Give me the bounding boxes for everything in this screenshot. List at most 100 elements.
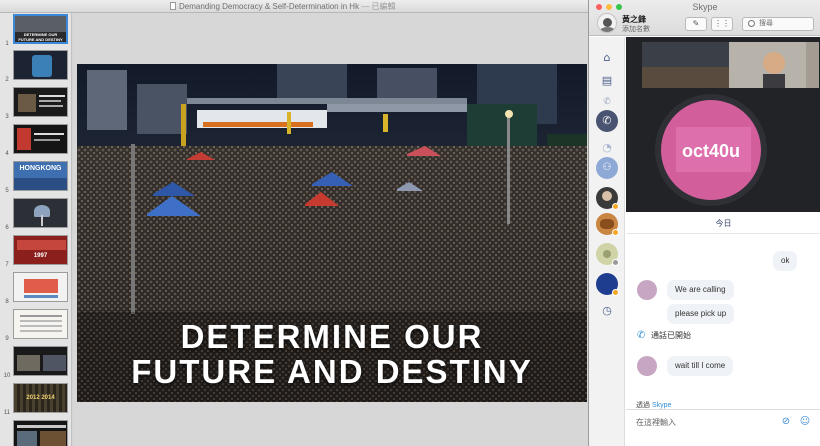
active-call-icon: ✆: [602, 114, 612, 127]
edited-status: — 已編輯: [361, 2, 396, 11]
slide-thumb-8[interactable]: 8: [0, 272, 71, 305]
slide-number: 1: [5, 41, 9, 47]
dialpad-button[interactable]: ⋮⋮: [711, 17, 733, 31]
skype-titlebar[interactable]: Skype 黃之鋒 添加名數 ✎ ⋮⋮ 搜尋: [589, 0, 820, 36]
search-icon: [748, 20, 755, 27]
emoticon-icon[interactable]: ☺: [799, 416, 811, 428]
slide-thumbnail[interactable]: [13, 420, 68, 446]
slide-headline-line1[interactable]: DETERMINE OUR: [77, 319, 587, 355]
slide-thumbnail[interactable]: HONGKONG: [13, 161, 68, 191]
rail-contact-2[interactable]: [596, 213, 619, 236]
slide-headline-line2[interactable]: FUTURE AND DESTINY: [77, 354, 587, 390]
message-incoming[interactable]: We are calling: [667, 280, 734, 300]
message-input[interactable]: 在這裡輸入: [636, 417, 676, 428]
document-icon: [170, 2, 176, 10]
slide-thumbnail[interactable]: [13, 87, 68, 117]
message-composer[interactable]: 在這裡輸入 ⊘ ☺: [626, 409, 820, 446]
phone-icon: ✆: [637, 330, 646, 341]
sidebar-rail: ⌂ ▤ ✆ ✆ ◔ ⚇ ◷: [589, 37, 625, 446]
svg-text:oct40u: oct40u: [682, 141, 740, 161]
slide-thumbnail[interactable]: [13, 309, 68, 339]
clock-icon: ◷: [602, 304, 612, 317]
slide-thumb-5[interactable]: HONGKONG 5: [0, 161, 71, 194]
document-title: Demanding Democracy & Self-Determination…: [170, 1, 396, 12]
video-call-view[interactable]: oct40u: [626, 37, 820, 212]
slide-number: 7: [5, 262, 9, 268]
slide-thumbnail[interactable]: DETERMINE OUR FUTURE AND DESTINY: [13, 14, 68, 44]
message-incoming[interactable]: wait till I come: [667, 356, 734, 376]
rail-history-2[interactable]: ◷: [596, 300, 618, 322]
slide-thumbnail[interactable]: [13, 124, 68, 154]
slide-number: 9: [5, 336, 9, 342]
profile-avatar[interactable]: [597, 13, 617, 33]
date-divider: 今日: [626, 212, 820, 234]
rail-active-call[interactable]: ✆: [596, 110, 618, 132]
compose-icon: ✎: [692, 19, 700, 28]
thumb-title: 2012 2014: [26, 395, 55, 401]
search-field[interactable]: 搜尋: [742, 17, 814, 31]
slide-thumbnail[interactable]: 2012 2014: [13, 383, 68, 413]
clock-icon: ◔: [602, 141, 612, 154]
slide-number: 8: [5, 299, 9, 305]
slide-1[interactable]: DETERMINE OUR FUTURE AND DESTINY: [77, 64, 587, 402]
status-badge: [612, 203, 619, 210]
status-badge: [612, 289, 619, 296]
message-outgoing[interactable]: ok: [773, 251, 798, 271]
slide-thumb-7[interactable]: 1997 7: [0, 235, 71, 268]
call-started-notice: ✆ 通話已開始: [637, 330, 691, 341]
slide-number: 2: [5, 77, 9, 83]
rail-contacts[interactable]: ▤: [596, 70, 618, 92]
contact-avatar[interactable]: [637, 356, 657, 376]
video-feed: oct40u: [626, 37, 820, 212]
rail-group[interactable]: ⚇: [596, 157, 618, 179]
slide-canvas[interactable]: DETERMINE OUR FUTURE AND DESTINY: [73, 13, 588, 446]
rail-contact-1[interactable]: [596, 187, 619, 210]
group-icon: ⚇: [602, 162, 612, 173]
slide-number: 5: [5, 188, 9, 194]
profile-status[interactable]: 添加名數: [622, 24, 650, 34]
slide-thumb-1[interactable]: DETERMINE OUR FUTURE AND DESTINY 1: [0, 14, 71, 47]
desktop: Demanding Democracy & Self-Determination…: [0, 0, 820, 446]
slide-number: 10: [3, 373, 11, 379]
slide-thumbnail[interactable]: [13, 272, 68, 302]
skype-window: Skype 黃之鋒 添加名數 ✎ ⋮⋮ 搜尋 ⌂ ▤ ✆ ✆ ◔ ⚇ ◷ oct…: [588, 0, 820, 446]
slide-thumb-12[interactable]: 12: [0, 420, 71, 446]
rail-contact-3[interactable]: [596, 243, 619, 266]
slide-number: 6: [5, 225, 9, 231]
attach-icon[interactable]: ⊘: [780, 416, 792, 428]
app-title: Skype: [692, 2, 718, 12]
slide-number: 11: [3, 410, 11, 416]
thumb-title: 1997: [33, 253, 48, 259]
slide-thumb-6[interactable]: 6: [0, 198, 71, 231]
slide-thumb-11[interactable]: 2012 2014 11: [0, 383, 71, 416]
keynote-titlebar[interactable]: Demanding Democracy & Self-Determination…: [0, 0, 588, 13]
thumb-title: HONGKONG: [19, 165, 62, 172]
contacts-icon: ▤: [601, 74, 613, 87]
status-badge: [612, 259, 619, 266]
keynote-window: Demanding Democracy & Self-Determination…: [0, 0, 588, 446]
contact-avatar[interactable]: [637, 280, 657, 300]
rail-history[interactable]: ◔: [596, 137, 618, 159]
thumb-title: DETERMINE OUR FUTURE AND DESTINY: [18, 32, 63, 42]
message-incoming[interactable]: please pick up: [667, 304, 735, 324]
today-label: 今日: [715, 219, 732, 228]
status-badge: [612, 229, 619, 236]
home-icon: ⌂: [603, 51, 611, 64]
slide-thumbnail[interactable]: [13, 198, 68, 228]
slide-thumb-10[interactable]: 10: [0, 346, 71, 379]
rail-contact-4[interactable]: [596, 273, 619, 296]
slide-number: 3: [5, 114, 9, 120]
slide-number: 4: [5, 151, 9, 157]
chat-history[interactable]: ok We are calling please pick up ✆ 通話已開始 …: [626, 234, 820, 398]
new-message-button[interactable]: ✎: [685, 17, 707, 31]
slide-thumb-9[interactable]: 9: [0, 309, 71, 342]
slide-thumbnail[interactable]: 1997: [13, 235, 68, 265]
rail-home[interactable]: ⌂: [596, 47, 618, 69]
slide-navigator[interactable]: DETERMINE OUR FUTURE AND DESTINY 1 2 3 4…: [0, 13, 72, 446]
slide-thumbnail[interactable]: [13, 346, 68, 376]
slide-thumbnail[interactable]: [13, 50, 68, 80]
slide-thumb-3[interactable]: 3: [0, 87, 71, 120]
dialpad-icon: ⋮⋮: [714, 19, 730, 28]
slide-thumb-4[interactable]: 4: [0, 124, 71, 157]
slide-thumb-2[interactable]: 2: [0, 50, 71, 83]
